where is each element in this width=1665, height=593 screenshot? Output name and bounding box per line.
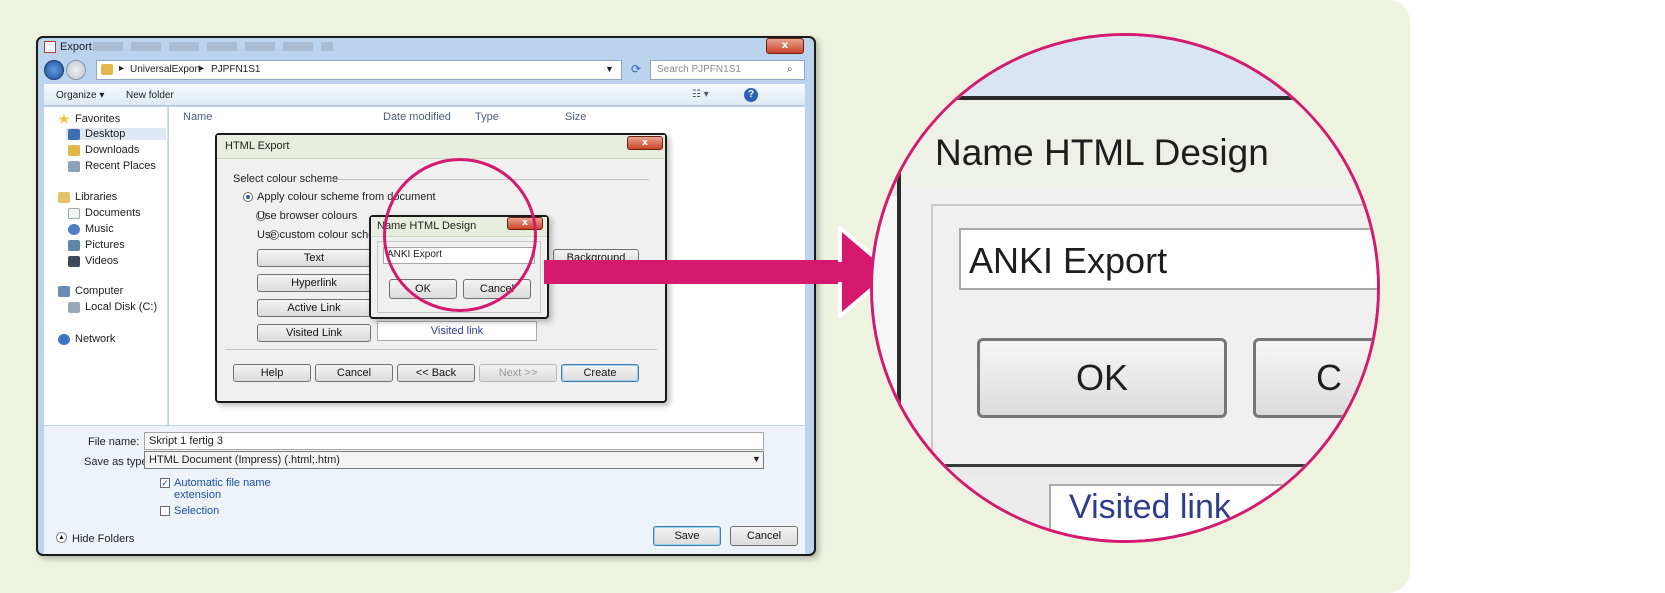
nav-computer[interactable]: Computer — [58, 285, 123, 297]
computer-icon — [58, 285, 70, 297]
star-icon — [58, 113, 70, 124]
command-bar: Organize ▾ New folder ☷ ▾ ? — [44, 84, 805, 106]
text-colour-button[interactable]: Text — [257, 249, 371, 267]
zoom-ok-button: OK — [977, 338, 1227, 418]
nav-libraries[interactable]: Libraries — [58, 191, 117, 203]
music-icon — [68, 223, 80, 235]
column-name[interactable]: Name — [183, 111, 212, 123]
refresh-icon[interactable]: ⟳ — [628, 62, 644, 78]
organize-button[interactable]: Organize ▾ — [56, 90, 104, 101]
save-button[interactable]: Save — [653, 526, 721, 546]
create-button[interactable]: Create — [561, 364, 639, 382]
nav-documents[interactable]: Documents — [68, 207, 141, 219]
zoom-dialog-bottom — [897, 464, 1377, 474]
pictures-icon — [68, 239, 80, 251]
nav-favorites[interactable]: Favorites — [58, 113, 120, 125]
breadcrumb-pjpfn1s1[interactable]: PJPFN1S1 — [211, 64, 260, 75]
zoom-input: ANKI Export — [959, 228, 1377, 290]
document-icon — [44, 41, 56, 53]
chevron-down-icon[interactable]: ▼ — [605, 64, 614, 74]
nav-videos[interactable]: Videos — [68, 255, 118, 267]
search-icon: ⌕ — [787, 64, 793, 75]
videos-icon — [68, 255, 80, 267]
next-button[interactable]: Next >> — [479, 364, 557, 382]
radio-document-colours[interactable] — [243, 192, 253, 202]
recent-places-icon — [68, 160, 80, 172]
nav-music[interactable]: Music — [68, 223, 114, 235]
auto-extension-label: Automatic file name — [174, 477, 271, 489]
libraries-icon — [58, 191, 70, 203]
window-title: Export — [60, 41, 92, 53]
network-icon — [58, 333, 70, 345]
close-button[interactable]: x — [627, 136, 663, 150]
search-input[interactable]: Search PJPFN1S1 — [650, 60, 805, 80]
back-button[interactable]: << Back — [397, 364, 475, 382]
ghost-menu-bar — [93, 42, 333, 51]
new-folder-button[interactable]: New folder — [126, 90, 174, 101]
back-icon[interactable] — [44, 60, 64, 80]
visited-link-preview: Visited link — [377, 321, 537, 341]
cancel-button[interactable]: Cancel — [315, 364, 393, 382]
active-link-colour-button[interactable]: Active Link — [257, 299, 371, 317]
nav-local-disk[interactable]: Local Disk (C:) — [68, 301, 157, 313]
footer-divider — [225, 349, 657, 350]
save-as-type-select[interactable]: HTML Document (Impress) (.html;.htm) — [144, 451, 764, 469]
file-name-input[interactable]: Skript 1 fertig 3 — [144, 432, 764, 450]
save-panel: File name: Skript 1 fertig 3 Save as typ… — [44, 426, 805, 554]
save-as-type-label: Save as type: — [84, 456, 151, 468]
file-name-label: File name: — [88, 436, 140, 448]
nav-recent-places[interactable]: Recent Places — [68, 160, 156, 172]
forward-icon[interactable] — [66, 60, 86, 80]
zoom-title: Name HTML Design — [935, 132, 1269, 173]
column-headers: Name Date modified Type Size — [169, 111, 805, 127]
nav-desktop[interactable]: Desktop — [66, 128, 166, 140]
column-type[interactable]: Type — [475, 111, 499, 123]
nav-pictures[interactable]: Pictures — [68, 239, 125, 251]
hyperlink-colour-button[interactable]: Hyperlink — [257, 274, 371, 292]
navigation-pane: Favorites Desktop Downloads Recent Place… — [44, 107, 168, 425]
help-button[interactable]: Help — [233, 364, 311, 382]
nav-network[interactable]: Network — [58, 333, 115, 345]
address-bar[interactable]: ▸ UniversalExport ▸ PJPFN1S1 ▼ — [96, 60, 622, 80]
downloads-icon — [68, 144, 80, 156]
colour-scheme-group: Select colour scheme — [233, 173, 339, 185]
selection-checkbox[interactable] — [160, 506, 170, 516]
column-size[interactable]: Size — [565, 111, 586, 123]
highlight-circle — [383, 158, 537, 312]
chevron-down-icon: ▼ — [752, 454, 761, 464]
zoom-cancel-button: C — [1253, 338, 1377, 418]
selection-label: Selection — [174, 505, 220, 517]
disk-icon — [68, 301, 80, 313]
radio-browser-label: Use browser colours — [257, 210, 358, 222]
zoom-visited-link: Visited link — [1069, 488, 1231, 526]
zoom-arrow — [544, 226, 894, 318]
auto-extension-label-2: extension — [174, 489, 222, 501]
cancel-button[interactable]: Cancel — [730, 526, 798, 546]
folder-icon — [101, 64, 113, 75]
documents-icon — [68, 207, 80, 219]
desktop-icon — [68, 128, 80, 140]
magnifier-lens: Name HTML Design ANKI Export OK C Visite… — [870, 33, 1380, 543]
html-export-title: HTML Export — [217, 135, 665, 159]
views-icon[interactable]: ☷ ▾ — [692, 89, 709, 100]
help-icon[interactable]: ? — [744, 88, 758, 102]
close-button[interactable]: x — [766, 38, 804, 54]
nav-downloads[interactable]: Downloads — [68, 144, 139, 156]
hide-folders-icon[interactable]: ▲ — [56, 532, 67, 543]
illustration-background: Export x ▸ UniversalExport ▸ PJPFN1S1 ▼ … — [0, 0, 1410, 593]
breadcrumb-universalexport[interactable]: UniversalExport — [130, 64, 201, 75]
hide-folders-button[interactable]: Hide Folders — [72, 533, 134, 545]
visited-link-colour-button[interactable]: Visited Link — [257, 324, 371, 342]
column-date-modified[interactable]: Date modified — [383, 111, 451, 123]
auto-extension-checkbox[interactable]: ✓ — [160, 478, 170, 488]
zoom-left-edge — [873, 196, 897, 540]
